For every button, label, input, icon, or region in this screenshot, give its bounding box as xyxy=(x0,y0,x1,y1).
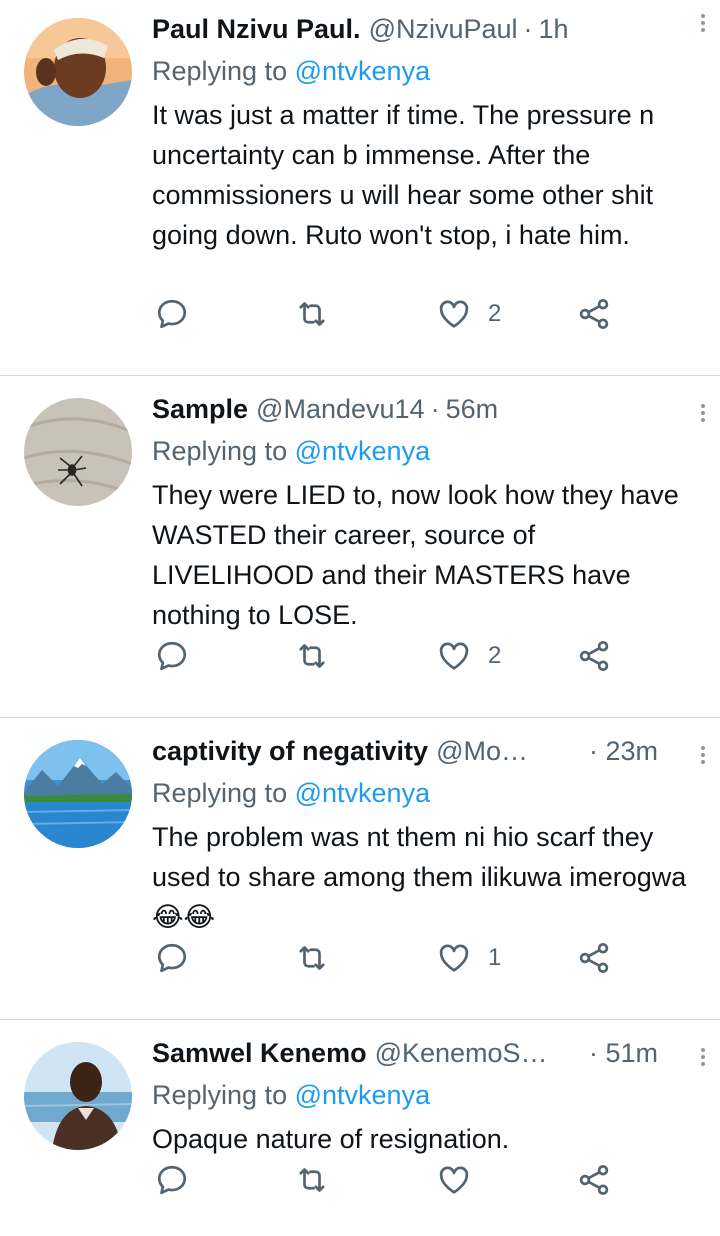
tweet[interactable]: Sample @Mandevu14 · 56m Replying to @ntv… xyxy=(0,376,720,718)
share-button[interactable] xyxy=(576,294,612,334)
replying-to: Replying to @ntvkenya xyxy=(152,431,696,471)
reply-button[interactable] xyxy=(154,636,190,676)
author-handle[interactable]: @Mo… xyxy=(436,736,528,767)
retweet-icon xyxy=(294,1162,330,1198)
reply-target-link[interactable]: @ntvkenya xyxy=(295,56,430,86)
timestamp[interactable]: 56m xyxy=(446,394,499,425)
author-handle[interactable]: @NzivuPaul xyxy=(369,14,518,45)
retweet-icon xyxy=(294,296,330,332)
tweet[interactable]: captivity of negativity @Mo… · 23m Reply… xyxy=(0,718,720,1020)
timestamp-value: 23m xyxy=(605,735,658,766)
timestamp-value: 51m xyxy=(605,1037,658,1068)
retweet-button[interactable] xyxy=(294,1160,330,1200)
heart-icon xyxy=(436,940,472,976)
retweet-icon xyxy=(294,638,330,674)
person-by-water-icon xyxy=(24,1042,132,1150)
author-handle[interactable]: @Mandevu14 xyxy=(256,394,425,425)
share-button[interactable] xyxy=(576,636,612,676)
separator-dot: · xyxy=(588,735,606,766)
author-name[interactable]: captivity of negativity xyxy=(152,736,428,767)
reply-icon xyxy=(154,296,190,332)
tweet-text: They were LIED to, now look how they hav… xyxy=(152,480,679,630)
author-name[interactable]: Sample xyxy=(152,394,248,425)
reply-button[interactable] xyxy=(154,1160,190,1200)
reply-target-link[interactable]: @ntvkenya xyxy=(295,436,430,466)
reply-button[interactable] xyxy=(154,938,190,978)
tweet[interactable]: Paul Nzivu Paul. @NzivuPaul · 1h Replyin… xyxy=(0,0,720,376)
tweet-text: It was just a matter if time. The pressu… xyxy=(152,100,655,250)
replying-to-label: Replying to xyxy=(152,1080,288,1110)
replying-to-label: Replying to xyxy=(152,436,288,466)
heart-icon xyxy=(436,638,472,674)
replying-to-label: Replying to xyxy=(152,56,288,86)
more-options-icon[interactable] xyxy=(686,1040,720,1074)
author-name[interactable]: Samwel Kenemo xyxy=(152,1038,367,1069)
author-name[interactable]: Paul Nzivu Paul. xyxy=(152,14,361,45)
share-button[interactable] xyxy=(576,938,612,978)
like-button[interactable]: 2 xyxy=(436,294,501,334)
tweet-text: Opaque nature of resignation. xyxy=(152,1124,510,1154)
reply-target-link[interactable]: @ntvkenya xyxy=(295,778,430,808)
timestamp[interactable]: · 51m xyxy=(589,1038,658,1069)
replying-to: Replying to @ntvkenya xyxy=(152,51,696,91)
like-count: 1 xyxy=(488,944,502,971)
reply-button[interactable] xyxy=(154,294,190,334)
tweet[interactable]: Samwel Kenemo @KenemoS… · 51m Replying t… xyxy=(0,1020,720,1236)
avatar[interactable] xyxy=(24,1042,132,1150)
avatar[interactable] xyxy=(24,18,132,126)
reply-icon xyxy=(154,1162,190,1198)
share-icon xyxy=(576,1162,612,1198)
replying-to: Replying to @ntvkenya xyxy=(152,1075,696,1115)
spider-on-sand-icon xyxy=(24,398,132,506)
replying-to: Replying to @ntvkenya xyxy=(152,773,696,813)
like-count: 2 xyxy=(488,642,502,669)
heart-icon xyxy=(436,296,472,332)
replying-to-label: Replying to xyxy=(152,778,288,808)
like-button[interactable] xyxy=(436,1160,488,1200)
retweet-button[interactable] xyxy=(294,636,330,676)
timestamp[interactable]: 1h xyxy=(539,14,569,45)
like-count: 2 xyxy=(488,300,502,327)
separator-dot: · xyxy=(523,13,533,44)
share-icon xyxy=(576,940,612,976)
tweet-text: The problem was nt them ni hio scarf the… xyxy=(152,822,687,932)
person-photo-icon xyxy=(24,18,132,126)
more-options-icon[interactable] xyxy=(686,6,720,40)
heart-icon xyxy=(436,1162,472,1198)
more-options-icon[interactable] xyxy=(686,396,720,430)
reply-icon xyxy=(154,638,190,674)
separator-dot: · xyxy=(588,1037,606,1068)
reply-icon xyxy=(154,940,190,976)
reply-target-link[interactable]: @ntvkenya xyxy=(295,1080,430,1110)
retweet-button[interactable] xyxy=(294,294,330,334)
retweet-icon xyxy=(294,940,330,976)
like-button[interactable]: 2 xyxy=(436,636,501,676)
share-icon xyxy=(576,638,612,674)
avatar[interactable] xyxy=(24,740,132,848)
share-icon xyxy=(576,296,612,332)
author-handle[interactable]: @KenemoS… xyxy=(375,1038,548,1069)
avatar[interactable] xyxy=(24,398,132,506)
more-options-icon[interactable] xyxy=(686,738,720,772)
mountain-lake-icon xyxy=(24,740,132,848)
share-button[interactable] xyxy=(576,1160,612,1200)
retweet-button[interactable] xyxy=(294,938,330,978)
timestamp[interactable]: · 23m xyxy=(589,736,658,767)
like-button[interactable]: 1 xyxy=(436,938,501,978)
separator-dot: · xyxy=(430,393,440,424)
